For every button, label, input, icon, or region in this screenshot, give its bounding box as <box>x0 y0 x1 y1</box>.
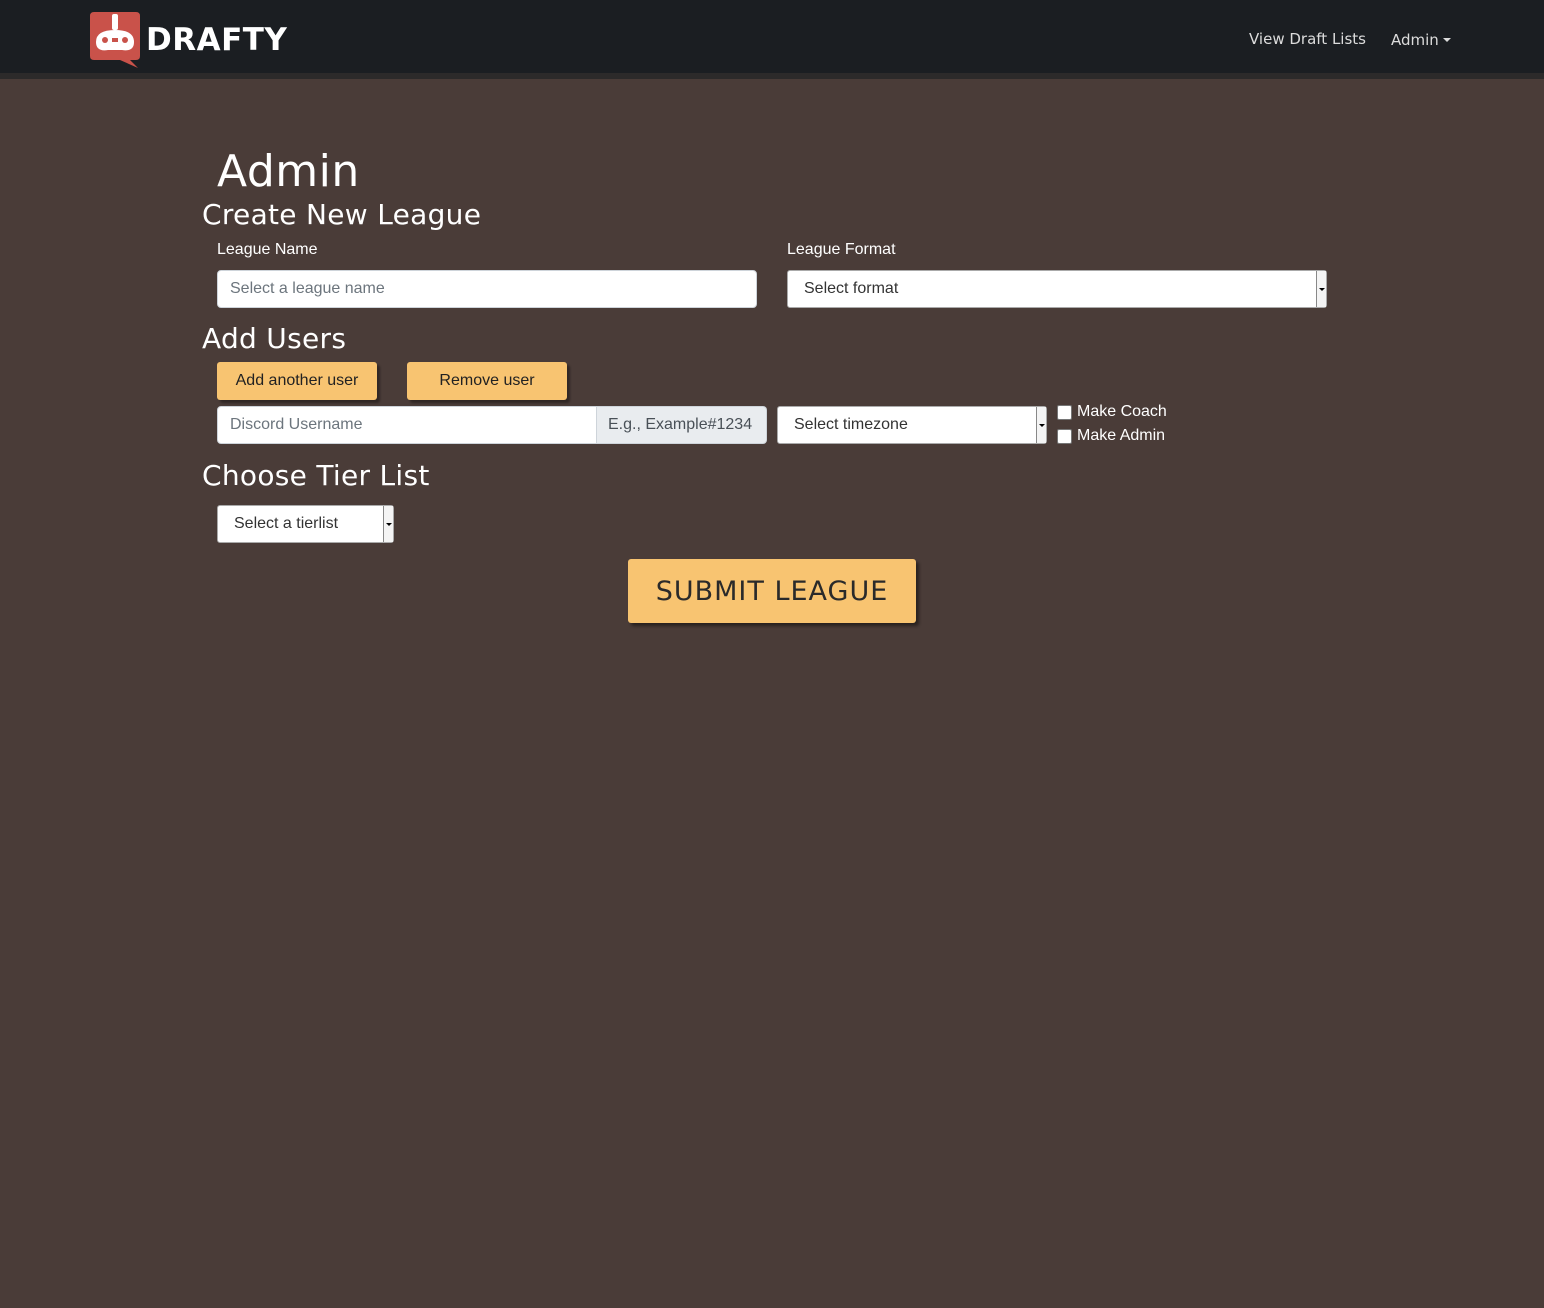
brand-name: DRAFTY <box>146 21 288 58</box>
league-format-label: League Format <box>787 241 896 258</box>
discord-example-addon: E.g., Example#1234 <box>597 406 767 444</box>
tierlist-select[interactable]: Select a tierlist <box>217 505 394 543</box>
discord-username-input[interactable] <box>218 407 596 443</box>
nav-admin-dropdown[interactable]: Admin <box>1391 31 1451 49</box>
make-admin-label: Make Admin <box>1077 427 1166 444</box>
discord-username-field[interactable] <box>217 406 597 444</box>
make-coach-option[interactable]: Make Coach <box>1057 403 1167 421</box>
select-arrow-icon <box>383 506 393 542</box>
remove-user-button[interactable]: Remove user <box>407 362 567 400</box>
select-arrow-icon <box>1316 271 1326 307</box>
tierlist-value: Select a tierlist <box>234 515 339 532</box>
league-name-input[interactable] <box>218 271 756 307</box>
select-arrow-icon <box>1036 407 1046 443</box>
league-name-label: League Name <box>217 241 318 258</box>
league-format-value: Select format <box>804 280 899 297</box>
timezone-value: Select timezone <box>794 416 908 433</box>
league-format-select[interactable]: Select format <box>787 270 1327 308</box>
brand-link[interactable]: DRAFTY <box>90 12 287 68</box>
submit-league-button[interactable]: SUBMIT LEAGUE <box>628 559 916 623</box>
make-admin-option[interactable]: Make Admin <box>1057 427 1165 445</box>
page-title: Admin <box>217 146 360 197</box>
add-users-heading: Add Users <box>202 322 347 355</box>
add-another-user-button[interactable]: Add another user <box>217 362 377 400</box>
choose-tier-list-heading: Choose Tier List <box>202 459 430 492</box>
nav-admin-label: Admin <box>1391 31 1439 49</box>
make-admin-checkbox[interactable] <box>1057 428 1072 444</box>
make-coach-checkbox[interactable] <box>1057 404 1072 420</box>
discord-username-group: E.g., Example#1234 <box>217 406 767 444</box>
nav-view-draft-lists[interactable]: View Draft Lists <box>1249 30 1366 48</box>
make-coach-label: Make Coach <box>1077 403 1167 420</box>
create-league-heading: Create New League <box>202 198 482 231</box>
timezone-select[interactable]: Select timezone <box>777 406 1047 444</box>
drafty-logo-icon <box>90 12 140 68</box>
caret-down-icon <box>1442 38 1451 42</box>
top-navbar: DRAFTY View Draft Lists Admin <box>0 0 1544 79</box>
league-name-field[interactable] <box>217 270 757 308</box>
